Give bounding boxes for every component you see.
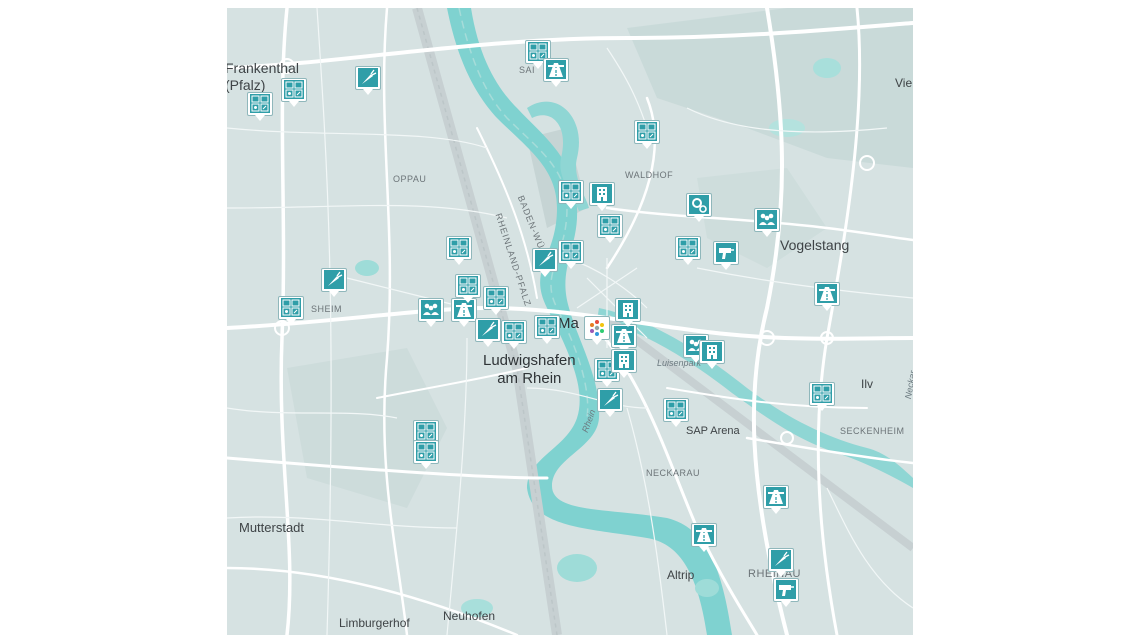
- drill-icon: [716, 243, 736, 262]
- highway-icon: [766, 487, 786, 506]
- map-marker-carrot[interactable]: [597, 388, 623, 418]
- map-marker-carrot[interactable]: [475, 318, 501, 348]
- shop-grid-icon: [666, 400, 686, 419]
- highway-icon: [694, 525, 714, 544]
- map-marker-shop-grid[interactable]: [413, 440, 439, 470]
- shop-grid-icon: [449, 238, 469, 257]
- place-neuhofen: Neuhofen: [443, 609, 496, 623]
- place-sap-arena: SAP Arena: [686, 425, 740, 437]
- map-marker-shop-grid[interactable]: [809, 382, 835, 412]
- map-marker-shop-grid[interactable]: [247, 92, 273, 122]
- shop-grid-icon: [637, 122, 657, 141]
- carrot-icon: [478, 320, 498, 339]
- map-marker-shop-grid[interactable]: [501, 320, 527, 350]
- carrot-icon: [358, 68, 378, 87]
- building-icon: [592, 184, 612, 203]
- place-limburgerhof: Limburgerhof: [339, 616, 410, 630]
- people-icon: [757, 210, 777, 229]
- shop-grid-icon: [416, 442, 436, 461]
- place-vie: Vie: [895, 76, 913, 90]
- building-icon: [618, 300, 638, 319]
- place-vogelstang: Vogelstang: [780, 237, 850, 253]
- people-icon: [421, 300, 441, 319]
- map-marker-building[interactable]: [589, 182, 615, 212]
- shop-grid-icon: [250, 94, 270, 113]
- map-marker-carrot[interactable]: [355, 66, 381, 96]
- map-marker-shop-grid[interactable]: [483, 286, 509, 316]
- building-icon: [614, 351, 634, 370]
- building-icon: [702, 342, 722, 361]
- carrot-icon: [324, 270, 344, 289]
- shop-grid-icon: [281, 298, 301, 317]
- place-ilv: Ilv: [861, 377, 873, 391]
- carrot-icon: [600, 390, 620, 409]
- shop-grid-icon: [600, 216, 620, 235]
- map-marker-shop-grid[interactable]: [558, 240, 584, 270]
- highway-icon: [614, 326, 634, 345]
- highway-icon: [546, 60, 566, 79]
- shop-grid-icon: [486, 288, 506, 307]
- place-oppau: OPPAU: [393, 174, 427, 184]
- map-marker-colorful[interactable]: [584, 316, 610, 346]
- shop-grid-icon: [812, 384, 832, 403]
- place-neckarau: NECKARAU: [646, 468, 701, 478]
- map-marker-carrot[interactable]: [321, 268, 347, 298]
- map-marker-shop-grid[interactable]: [634, 120, 660, 150]
- map-view[interactable]: Frankenthal (Pfalz) Vogelstang Ludwigshaf…: [227, 8, 913, 635]
- place-ludwigshafen: Ludwigshafen am Rhein: [483, 352, 576, 387]
- shop-grid-icon: [678, 238, 698, 257]
- map-marker-shop-grid[interactable]: [281, 78, 307, 108]
- map-marker-highway[interactable]: [543, 58, 569, 88]
- map-marker-building[interactable]: [611, 349, 637, 379]
- place-waldhof: WALDHOF: [625, 170, 674, 180]
- map-marker-highway[interactable]: [763, 485, 789, 515]
- shop-grid-icon: [284, 80, 304, 99]
- map-marker-people[interactable]: [754, 208, 780, 238]
- highway-icon: [817, 284, 837, 303]
- map-marker-building[interactable]: [699, 340, 725, 370]
- map-marker-highway[interactable]: [691, 523, 717, 553]
- map-marker-people[interactable]: [418, 298, 444, 328]
- shop-grid-icon: [504, 322, 524, 341]
- map-marker-building[interactable]: [615, 298, 641, 328]
- drill-icon: [776, 580, 796, 599]
- place-mutterstadt: Mutterstadt: [239, 520, 305, 535]
- shop-grid-icon: [416, 422, 436, 441]
- shop-grid-icon: [458, 276, 478, 295]
- map-marker-shop-grid[interactable]: [455, 274, 481, 304]
- gear-icon: [689, 195, 709, 214]
- place-seckenheim: SECKENHEIM: [840, 426, 905, 436]
- place-mannheim: Ma: [558, 315, 579, 332]
- place-altrip: Altrip: [667, 568, 695, 582]
- map-marker-shop-grid[interactable]: [558, 180, 584, 210]
- shop-grid-icon: [561, 242, 581, 261]
- map-marker-gear[interactable]: [686, 193, 712, 223]
- map-marker-drill[interactable]: [713, 241, 739, 271]
- colorful-icon: [587, 318, 607, 337]
- shop-grid-icon: [561, 182, 581, 201]
- map-marker-shop-grid[interactable]: [597, 214, 623, 244]
- map-marker-shop-grid[interactable]: [278, 296, 304, 326]
- map-marker-shop-grid[interactable]: [675, 236, 701, 266]
- carrot-icon: [535, 250, 555, 269]
- shop-grid-icon: [537, 317, 557, 336]
- place-sheim: SHEIM: [311, 304, 343, 314]
- map-marker-shop-grid[interactable]: [534, 315, 560, 345]
- map-marker-shop-grid[interactable]: [663, 398, 689, 428]
- map-marker-carrot[interactable]: [532, 248, 558, 278]
- map-marker-drill[interactable]: [773, 578, 799, 608]
- carrot-icon: [771, 550, 791, 569]
- map-marker-highway[interactable]: [814, 282, 840, 312]
- map-marker-carrot[interactable]: [768, 548, 794, 578]
- map-marker-shop-grid[interactable]: [446, 236, 472, 266]
